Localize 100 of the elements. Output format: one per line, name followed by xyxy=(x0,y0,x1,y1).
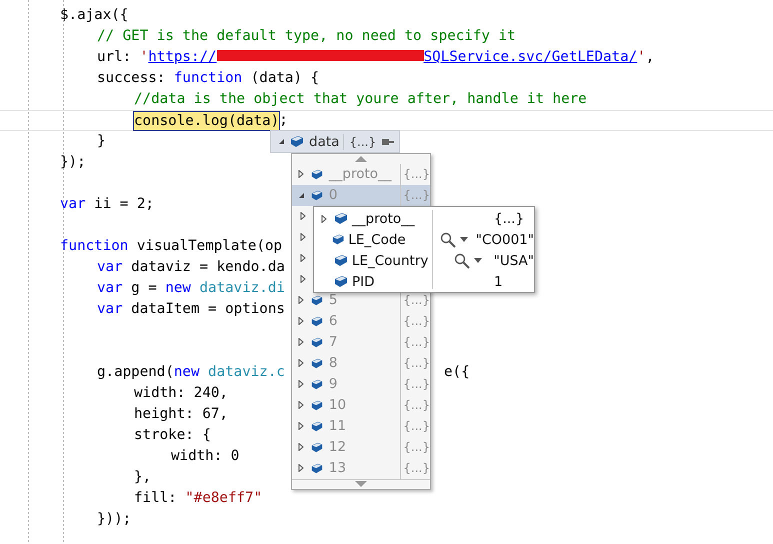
code-text: success: xyxy=(97,69,166,88)
datatip-row[interactable]: __proto__ {...} xyxy=(314,208,534,229)
member-value: "CO001" xyxy=(476,232,534,248)
expand-icon[interactable] xyxy=(300,233,306,241)
code-text: g.append( xyxy=(97,363,174,382)
member-value: {...} xyxy=(494,210,524,226)
collapse-icon[interactable] xyxy=(278,138,285,145)
object-icon xyxy=(310,378,323,390)
search-icon[interactable] xyxy=(440,232,456,248)
datatip-row[interactable]: 10 {...} xyxy=(292,394,430,416)
scroll-up-icon[interactable] xyxy=(355,156,367,162)
code-text: width: 240, xyxy=(134,384,228,403)
collapse-icon[interactable] xyxy=(298,192,305,198)
expand-icon[interactable] xyxy=(298,401,304,409)
object-icon xyxy=(310,462,323,474)
member-value: {...} xyxy=(403,293,430,307)
expand-icon[interactable] xyxy=(298,422,304,430)
datatip-row[interactable]: 0 {...} xyxy=(292,184,430,206)
datatip-row[interactable]: 9 {...} xyxy=(292,374,430,394)
caret-icon[interactable] xyxy=(474,258,482,263)
expand-icon[interactable] xyxy=(298,380,304,388)
code-text: ii = 2; xyxy=(93,195,154,214)
code-text: visualTemplate(op xyxy=(136,237,282,256)
code-text: dataItem = options xyxy=(130,300,285,319)
member-value: {...} xyxy=(403,377,430,391)
type-name: dataviz.di xyxy=(198,279,285,298)
code-text: url: xyxy=(97,48,132,67)
expand-icon[interactable] xyxy=(298,338,304,346)
code-text: height: 67, xyxy=(134,405,228,424)
object-icon xyxy=(310,398,323,412)
code-text: fill: xyxy=(134,489,178,508)
member-name: LE_Code xyxy=(348,232,407,248)
code-text: stroke: { xyxy=(134,426,211,445)
member-value: {...} xyxy=(403,398,430,412)
expand-icon[interactable] xyxy=(298,359,304,367)
string-literal: "#e8eff7" xyxy=(185,489,262,508)
keyword-text: var xyxy=(97,300,123,319)
member-value: 1 xyxy=(494,274,503,290)
member-value: {...} xyxy=(403,314,430,328)
datatip-row[interactable]: 12 {...} xyxy=(292,436,430,458)
expand-icon[interactable] xyxy=(298,296,304,304)
datatip-row[interactable]: 7 {...} xyxy=(292,332,430,352)
object-icon xyxy=(290,135,304,148)
code-text: , xyxy=(646,48,654,67)
member-name: 11 xyxy=(328,418,348,434)
member-name: 5 xyxy=(328,292,338,308)
url-link[interactable]: https:// xyxy=(148,47,217,68)
expand-icon[interactable] xyxy=(300,254,306,262)
member-name: 7 xyxy=(328,334,338,350)
member-value: {...} xyxy=(403,419,430,433)
expand-icon[interactable] xyxy=(298,170,304,178)
expand-icon[interactable] xyxy=(300,275,306,283)
datatip-row[interactable]: 6 {...} xyxy=(292,310,430,332)
member-name: __proto__ xyxy=(352,210,416,226)
expand-icon[interactable] xyxy=(321,214,327,222)
object-icon xyxy=(334,212,348,225)
code-text: (data) { xyxy=(250,69,320,88)
expand-icon[interactable] xyxy=(298,464,304,472)
member-value: "USA" xyxy=(494,252,534,268)
member-name: 12 xyxy=(328,439,348,455)
datatip-row[interactable]: 5 {...} xyxy=(292,290,430,310)
keyword-text: var xyxy=(60,195,86,214)
code-comment: //data is the object that youre after, handle it here xyxy=(134,90,587,109)
member-name: 13 xyxy=(328,460,348,476)
expand-icon[interactable] xyxy=(298,443,304,451)
pin-icon[interactable] xyxy=(381,136,396,146)
datatip-row[interactable]: 11 {...} xyxy=(292,416,430,436)
keyword-text: new xyxy=(174,363,200,382)
keyword-text: function xyxy=(60,237,128,256)
expand-icon[interactable] xyxy=(300,212,306,220)
variable-name: data xyxy=(309,134,344,150)
search-icon[interactable] xyxy=(454,252,470,268)
string-literal: ' xyxy=(637,48,646,67)
datatip-row[interactable]: 8 {...} xyxy=(292,352,430,374)
caret-icon[interactable] xyxy=(460,237,468,242)
datatip-row[interactable]: __proto__ {...} xyxy=(292,164,430,184)
code-text: width: 0 xyxy=(171,447,240,466)
code-text: $.ajax({ xyxy=(60,6,128,25)
object-icon xyxy=(334,254,348,267)
datatip-row[interactable]: PID 1 xyxy=(314,271,534,292)
code-text: ; xyxy=(279,111,288,130)
datatip-row[interactable]: LE_Code "CO001" xyxy=(314,229,534,250)
member-value: {...} xyxy=(403,335,430,349)
datatip-row[interactable]: LE_Country "USA" xyxy=(314,250,534,271)
string-literal: ' xyxy=(140,48,148,67)
code-text: g = xyxy=(130,279,158,298)
highlighted-expression: console.log(data) xyxy=(134,112,280,130)
expand-icon[interactable] xyxy=(298,317,304,325)
object-icon xyxy=(310,188,323,202)
code-comment: // GET is the default type, no need to specify it xyxy=(97,27,516,46)
scroll-down-icon[interactable] xyxy=(355,481,367,488)
url-link[interactable]: SQLService.svc/GetLEData/ xyxy=(424,47,638,68)
datatip-row[interactable]: 13 {...} xyxy=(292,458,430,478)
member-name: 9 xyxy=(328,376,338,392)
member-value: {...} xyxy=(403,440,430,454)
member-name: 6 xyxy=(328,313,338,329)
member-name: LE_Country xyxy=(352,252,430,268)
variable-value: {...} xyxy=(349,134,376,148)
object-icon xyxy=(310,356,323,370)
keyword-text: function xyxy=(174,69,242,88)
